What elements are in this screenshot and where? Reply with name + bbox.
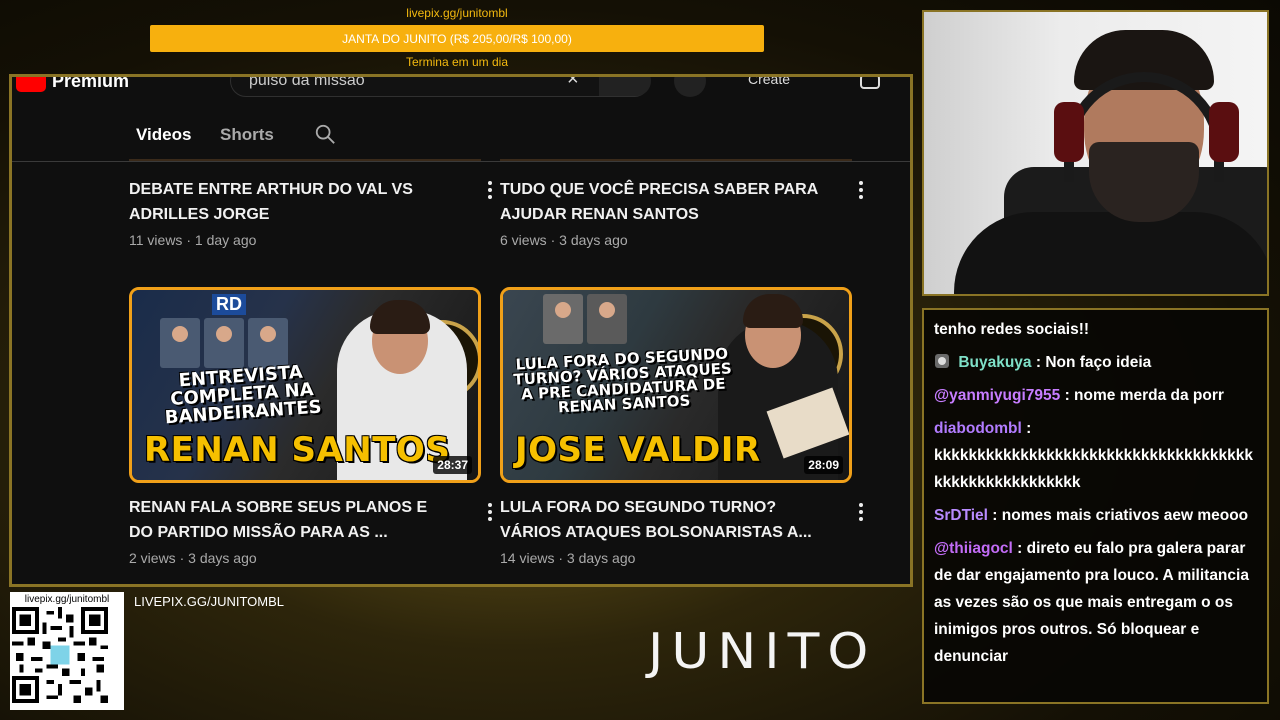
guest-panel	[543, 294, 627, 344]
tab-videos[interactable]: Videos	[136, 125, 192, 161]
video-thumbnail[interactable]: LULA FORA DO SEGUNDO TURNO? VÁRIOS ATAQU…	[500, 287, 852, 483]
video-age: 1 day ago	[194, 232, 257, 248]
partial-thumbnail	[500, 159, 852, 161]
search-value: pulso da missão	[249, 74, 365, 89]
headset-earcup	[1054, 102, 1084, 162]
video-meta: 14 views · 3 days ago	[500, 550, 636, 566]
youtube-logo[interactable]: Premium	[16, 74, 130, 92]
streamer-body	[954, 212, 1267, 294]
video-duration: 28:09	[804, 456, 843, 474]
channel-logo: RD	[212, 294, 246, 315]
chat-text: direto eu falo pra galera parar de dar e…	[934, 540, 1249, 665]
webcam-feed	[922, 10, 1269, 296]
video-card[interactable]: DEBATE ENTRE ARTHUR DO VAL VS ADRILLES J…	[129, 177, 499, 248]
video-age: 3 days ago	[559, 232, 628, 248]
youtube-topbar: Premium pulso da missão × Create	[12, 74, 910, 97]
video-views: 11 views	[129, 232, 183, 248]
chat-message: @thiiagocl : direto eu falo pra galera p…	[934, 540, 1249, 665]
video-title[interactable]: DEBATE ENTRE ARTHUR DO VAL VS ADRILLES J…	[129, 177, 449, 227]
guest-image	[204, 318, 244, 368]
qr-code-icon	[12, 607, 108, 703]
brand-logo: JUNITO	[648, 623, 877, 681]
more-options-icon[interactable]	[487, 181, 493, 199]
more-options-icon[interactable]	[858, 181, 864, 199]
video-thumbnail[interactable]: RD ENTREVISTA COMPLETA NA BANDEIRANTES R…	[129, 287, 481, 483]
youtube-capture: Premium pulso da missão × Create Videos …	[9, 74, 913, 587]
tab-shorts[interactable]: Shorts	[220, 125, 274, 145]
chat-text: kkkkkkkkkkkkkkkkkkkkkkkkkkkkkkkkkkkkkkkk…	[934, 447, 1253, 491]
qr-code-panel: livepix.gg/junitombl	[10, 592, 124, 710]
donation-goal-text: JANTA DO JUNITO (R$ 205,00/R$ 100,00)	[342, 31, 572, 46]
chat-username[interactable]: SrDTiel	[934, 507, 988, 524]
video-age: 3 days ago	[188, 550, 257, 566]
youtube-play-icon	[16, 77, 46, 92]
guest-image	[248, 318, 288, 368]
donation-goal-bar: JANTA DO JUNITO (R$ 205,00/R$ 100,00)	[150, 25, 764, 52]
chat-text: tenho redes sociais!!	[934, 321, 1090, 338]
create-button[interactable]: Create	[748, 77, 790, 87]
more-options-icon[interactable]	[487, 503, 493, 521]
video-meta: 11 views · 1 day ago	[129, 232, 257, 248]
video-meta: 6 views · 3 days ago	[500, 232, 628, 248]
mic-icon[interactable]	[674, 77, 706, 97]
clear-icon[interactable]: ×	[567, 77, 579, 91]
chat-panel: tenho redes sociais!! Buyakuya : Non faç…	[922, 308, 1269, 704]
chat-username[interactable]: @yanmiyugi7955	[934, 387, 1060, 404]
chat-username[interactable]: @thiiagocl	[934, 540, 1013, 557]
video-title[interactable]: RENAN FALA SOBRE SEUS PLANOS E DO PARTID…	[129, 495, 449, 545]
partial-thumbnail	[129, 159, 481, 161]
chat-message: SrDTiel : nomes mais criativos aew meooo	[934, 507, 1249, 524]
donation-ends-text: Termina em um dia	[405, 55, 509, 69]
chat-text: nomes mais criativos aew meooo	[1001, 507, 1249, 524]
livepix-label: LIVEPIX.GG/JUNITOMBL	[134, 594, 285, 609]
donation-url: livepix.gg/junitombl	[406, 6, 508, 20]
video-views: 14 views	[500, 550, 555, 566]
video-card[interactable]: RD ENTREVISTA COMPLETA NA BANDEIRANTES R…	[129, 287, 499, 566]
chat-username[interactable]: diabodombl	[934, 420, 1022, 437]
video-meta: 2 views · 3 days ago	[129, 550, 257, 566]
headset-earcup	[1209, 102, 1239, 162]
chat-message: @yanmiyugi7955 : nome merda da porr	[934, 387, 1224, 404]
more-options-icon[interactable]	[858, 503, 864, 521]
youtube-logo-text: Premium	[52, 74, 130, 91]
search-icon[interactable]	[314, 123, 336, 145]
thumbnail-title: RENAN SANTOS	[144, 430, 451, 470]
user-badge-icon	[935, 354, 949, 368]
video-age: 3 days ago	[566, 550, 636, 566]
video-title[interactable]: LULA FORA DO SEGUNDO TURNO? VÁRIOS ATAQU…	[500, 495, 820, 545]
guest-panel	[160, 318, 288, 368]
video-duration: 28:37	[433, 456, 472, 474]
chat-text: Non faço ideia	[1045, 354, 1152, 371]
video-card[interactable]: TUDO QUE VOCÊ PRECISA SABER PARA AJUDAR …	[500, 177, 870, 248]
guest-image	[160, 318, 200, 368]
guest-image	[543, 294, 583, 344]
video-title[interactable]: TUDO QUE VOCÊ PRECISA SABER PARA AJUDAR …	[500, 177, 820, 227]
search-input[interactable]: pulso da missão ×	[230, 74, 651, 97]
thumbnail-caption: LULA FORA DO SEGUNDO TURNO? VÁRIOS ATAQU…	[513, 344, 733, 417]
chat-text: nome merda da porr	[1074, 387, 1224, 404]
thumbnail-title: JOSE VALDIR	[515, 430, 761, 470]
channel-tabs: Videos Shorts	[12, 107, 910, 162]
chat-message: diabodombl : kkkkkkkkkkkkkkkkkkkkkkkkkkk…	[934, 420, 1253, 491]
qr-url: livepix.gg/junitombl	[24, 594, 110, 605]
video-card[interactable]: LULA FORA DO SEGUNDO TURNO? VÁRIOS ATAQU…	[500, 287, 870, 566]
guest-image	[587, 294, 627, 344]
search-button[interactable]	[599, 77, 651, 96]
bell-icon[interactable]	[860, 77, 880, 89]
video-views: 6 views	[500, 232, 547, 248]
chat-message: Buyakuya : Non faço ideia	[934, 349, 1257, 376]
video-views: 2 views	[129, 550, 176, 566]
chat-username[interactable]: Buyakuya	[958, 354, 1031, 371]
chat-message: tenho redes sociais!!	[934, 316, 1257, 343]
